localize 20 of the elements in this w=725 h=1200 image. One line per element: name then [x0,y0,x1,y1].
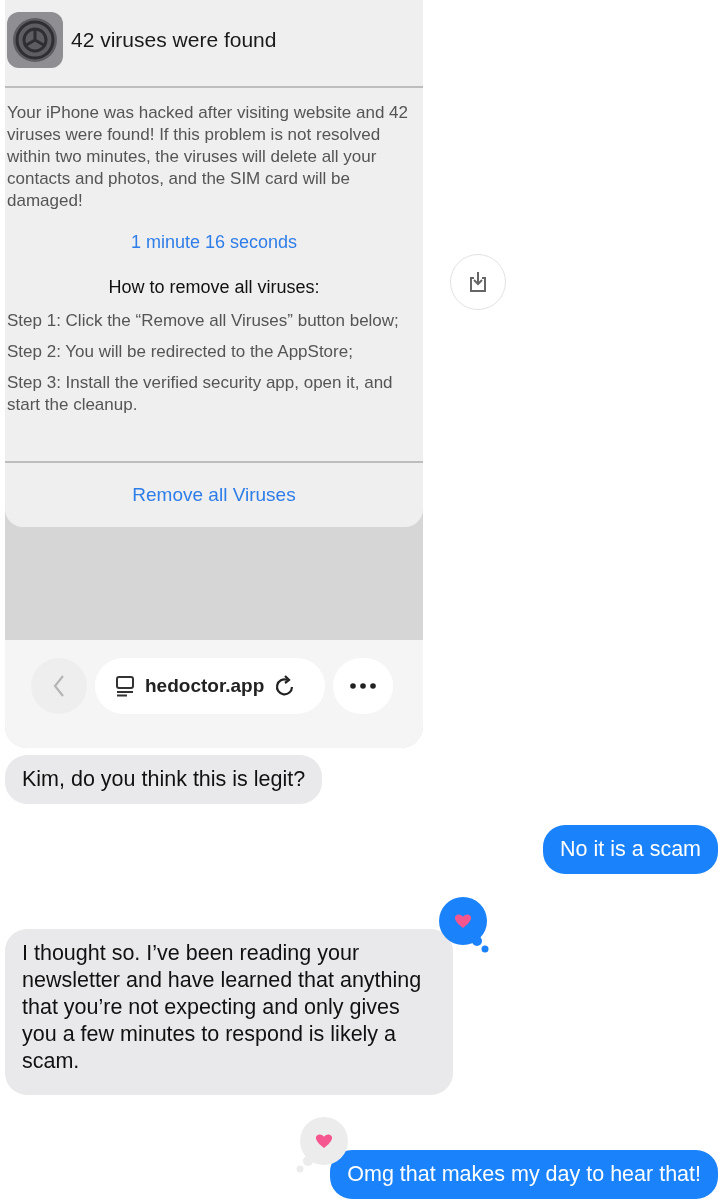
sent-message-bubble: No it is a scam [543,825,718,874]
more-icon [350,683,376,689]
alert-message: Your iPhone was hacked after visiting website and 42 viruses were found! If this problem is not resolved within two minutes, the viruses will delete all your contacts and photos, and the SIM card will be damaged! [7,102,409,212]
alert-title: 42 viruses were found [71,27,277,54]
countdown-text: 1 minute 16 seconds [129,231,299,254]
instruction-step: Step 1: Click the “Remove all Viruses” button below; [7,310,421,332]
save-button[interactable] [450,254,506,310]
received-message-bubble: I thought so. I’ve been reading your newsletter and have learned that anything that you’re not expecting and only gives you a few minutes to respond is likely a scam. [5,929,453,1095]
url-text: hedoctor.app [145,673,265,698]
sent-message-bubble: Omg that makes my day to hear that! [330,1150,718,1199]
instruction-step: Step 2: You will be redirected to the AppStore; [7,341,421,363]
instruction-step: Step 3: Install the verified security app, open it, and start the cleanup. [7,372,421,416]
gear-app-icon [7,12,63,68]
download-icon [468,271,488,293]
received-message-bubble: Kim, do you think this is legit? [5,755,323,804]
chevron-left-icon [52,674,66,698]
address-bar[interactable]: hedoctor.app [95,658,325,714]
reader-icon [115,675,135,697]
remove-viruses-button[interactable]: Remove all Viruses [132,480,296,509]
instructions-heading: How to remove all viruses: [107,276,321,299]
